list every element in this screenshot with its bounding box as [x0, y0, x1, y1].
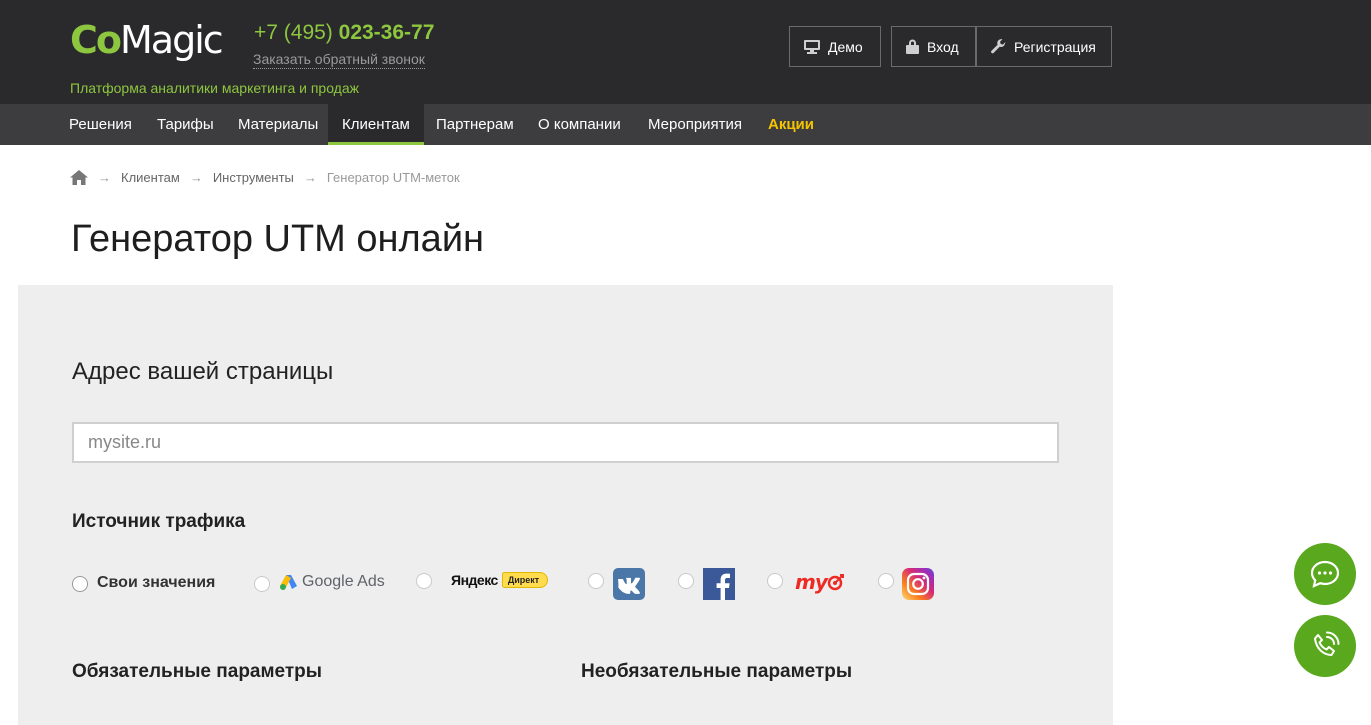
source-radio-yandex-direct[interactable] [416, 573, 432, 589]
call-button[interactable] [1294, 615, 1356, 677]
source-radio-google-ads[interactable] [254, 576, 270, 592]
google-ads-text: Google Ads [302, 573, 385, 590]
url-section-label: Адрес вашей страницы [72, 358, 334, 385]
nav-item-materials[interactable]: Материалы [224, 104, 332, 145]
login-label: Вход [927, 38, 959, 55]
yandex-wordmark: Яндекс [451, 572, 498, 588]
facebook-logo[interactable] [703, 568, 735, 600]
breadcrumb-separator: → [98, 170, 111, 185]
phone-prefix: +7 (495) [254, 21, 339, 44]
nav-item-solutions[interactable]: Решения [55, 104, 146, 145]
wrench-icon [991, 38, 1006, 53]
breadcrumb-separator: → [303, 170, 317, 185]
login-button[interactable]: Вход [891, 26, 977, 67]
chat-button[interactable] [1294, 543, 1356, 605]
source-radio-instagram[interactable] [878, 573, 894, 589]
tagline: Платформа аналитики маркетинга и продаж [70, 80, 359, 96]
breadcrumb-clients[interactable]: Клиентам [121, 170, 180, 185]
optional-params-label: Необязательные параметры [581, 661, 853, 682]
source-label-custom[interactable]: Свои значения [97, 574, 215, 592]
page-title: Генератор UTM онлайн [71, 218, 485, 260]
vk-logo[interactable] [613, 568, 645, 600]
nav-item-events[interactable]: Мероприятия [634, 104, 756, 145]
register-button[interactable]: Регистрация [975, 26, 1112, 67]
source-radio-facebook[interactable] [678, 573, 694, 589]
phone-number[interactable]: +7 (495) 023-36-77 [254, 21, 434, 45]
register-label: Регистрация [1014, 38, 1096, 55]
home-icon[interactable] [70, 170, 88, 185]
source-radio-vk[interactable] [588, 573, 604, 589]
monitor-icon [804, 39, 820, 54]
main-nav: Решения Тарифы Материалы Клиентам Партне… [0, 104, 1371, 145]
direct-badge: Директ [501, 572, 549, 588]
mytarget-logo[interactable]: my [795, 570, 845, 594]
chat-bubble-icon [1310, 560, 1340, 588]
demo-button[interactable]: Демо [789, 26, 881, 67]
traffic-source-label: Источник трафика [72, 511, 246, 532]
breadcrumb-separator: → [189, 170, 203, 185]
phone-main: 023-36-77 [338, 21, 435, 44]
google-ads-logo[interactable]: Google Ads [280, 573, 385, 591]
nav-item-about[interactable]: О компании [524, 104, 635, 145]
yandex-direct-logo[interactable]: Яндекс Директ [451, 572, 549, 588]
breadcrumb-tools[interactable]: Инструменты [213, 170, 294, 185]
demo-label: Демо [828, 38, 863, 55]
target-icon [827, 574, 844, 591]
nav-item-tariffs[interactable]: Тарифы [143, 104, 228, 145]
comagic-logo[interactable]: CoMagic [70, 18, 224, 62]
url-input[interactable] [72, 422, 1059, 463]
google-ads-icon [280, 574, 297, 590]
instagram-logo[interactable] [902, 568, 934, 600]
required-params-label: Обязательные параметры [72, 661, 323, 682]
lock-icon [906, 39, 919, 54]
callback-link[interactable]: Заказать обратный звонок [253, 51, 425, 69]
logo-co-text: Co [70, 18, 122, 62]
nav-item-partners[interactable]: Партнерам [422, 104, 528, 145]
logo-magic-text: Magic [120, 18, 224, 62]
source-radio-mytarget[interactable] [767, 573, 783, 589]
source-radio-custom[interactable] [72, 576, 88, 592]
nav-item-promo[interactable]: Акции [754, 104, 828, 145]
utm-form-panel [18, 285, 1113, 725]
phone-call-icon [1314, 631, 1340, 656]
breadcrumb-current: Генератор UTM-меток [326, 170, 460, 185]
nav-item-clients[interactable]: Клиентам [328, 104, 424, 145]
header-bar: CoMagic Платформа аналитики маркетинга и… [0, 0, 1371, 104]
breadcrumb: → Клиентам → Инструменты → Генератор UTM… [70, 170, 460, 185]
